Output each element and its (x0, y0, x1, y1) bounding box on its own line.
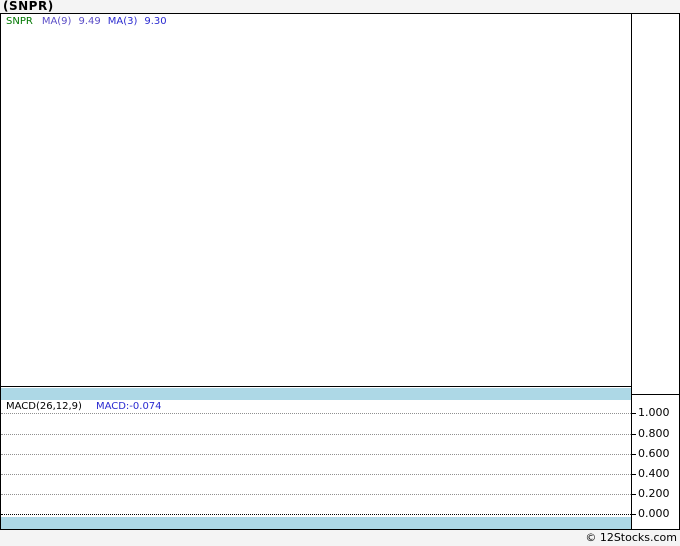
gridline-1.000 (1, 413, 631, 414)
macd-label: MACD(26,12,9) (6, 401, 82, 412)
tick-label: 1.000 (638, 406, 670, 419)
macd-axis-tick: 0.200 (632, 488, 670, 500)
gridline-0.200 (1, 494, 631, 495)
price-chart-panel: SNPR MA(9) 9.49 MA(3) 9.30 (1, 14, 631, 387)
tick-label: 0.200 (638, 487, 670, 500)
copyright: © 12Stocks.com (585, 531, 677, 544)
tick-mark (632, 453, 636, 455)
tick-label: 0.400 (638, 467, 670, 480)
macd-axis-tick: 0.600 (632, 448, 670, 460)
gridline-0.600 (1, 454, 631, 455)
price-legend: SNPR MA(9) 9.49 MA(3) 9.30 (6, 16, 174, 28)
macd-legend: MACD(26,12,9) MACD:-0.074 (6, 401, 162, 413)
page-title: (SNPR) (3, 0, 54, 13)
tick-label: 0.000 (638, 507, 670, 520)
chart-frame: SNPR MA(9) 9.49 MA(3) 9.30 MACD(26,12,9) MACD… (0, 13, 680, 530)
gridline-0.800 (1, 434, 631, 435)
tick-mark (632, 513, 636, 515)
price-axis (632, 14, 679, 395)
gridline-zero (1, 514, 631, 515)
ma3-label: MA(3) (107, 16, 138, 27)
macd-value: MACD:-0.074 (95, 401, 162, 412)
ma9-label: MA(9) (41, 16, 72, 27)
ma3-value: 9.30 (144, 16, 167, 27)
macd-axis-tick: 1.000 (632, 407, 670, 419)
right-axis-column: 1.000 0.800 0.600 0.400 0.200 0.000 (632, 14, 679, 529)
macd-chart-panel: MACD(26,12,9) MACD:-0.074 (1, 400, 631, 529)
tick-mark (632, 493, 636, 495)
ticker-symbol: SNPR (6, 16, 33, 27)
separator-band-top (1, 388, 631, 400)
tick-mark (632, 473, 636, 475)
tick-label: 0.600 (638, 447, 670, 460)
gridline-0.400 (1, 474, 631, 475)
macd-axis-tick: 0.400 (632, 468, 670, 480)
macd-axis-tick: 0.000 (632, 508, 670, 520)
ma9-value: 9.49 (78, 16, 101, 27)
separator-band-bottom (1, 517, 631, 529)
tick-mark (632, 433, 636, 435)
macd-axis-tick: 0.800 (632, 428, 670, 440)
tick-label: 0.800 (638, 427, 670, 440)
tick-mark (632, 412, 636, 414)
